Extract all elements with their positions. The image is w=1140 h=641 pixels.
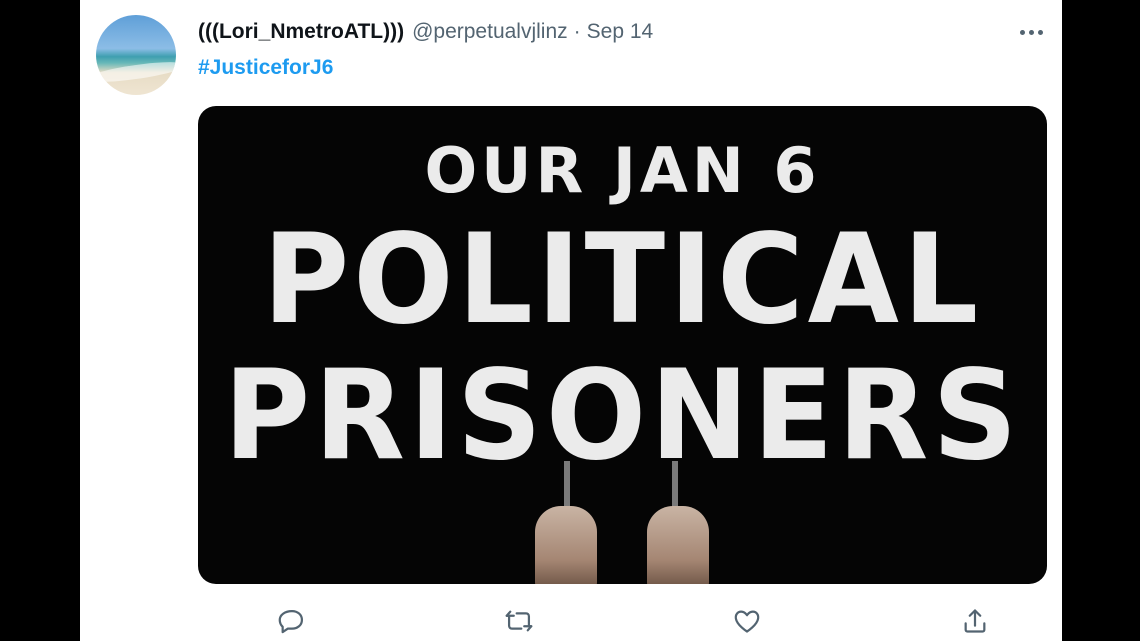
tweet-card[interactable]: (((Lori_NmetroATL))) @perpetualvjlinz · …: [80, 0, 1062, 641]
image-text-line-1: OUR JAN 6: [424, 134, 821, 207]
separator-dot: ·: [573, 20, 581, 43]
hashtag-link[interactable]: #JusticeforJ6: [198, 56, 333, 80]
tweet-actions: [198, 604, 1047, 638]
user-handle[interactable]: @perpetualvjlinz: [412, 20, 568, 44]
more-icon[interactable]: [1016, 20, 1046, 44]
avatar[interactable]: [96, 15, 176, 95]
image-text-line-3: PRISONERS: [223, 342, 1022, 488]
tweet-date[interactable]: Sep 14: [587, 20, 654, 44]
display-name[interactable]: (((Lori_NmetroATL))): [198, 20, 404, 44]
reply-icon[interactable]: [275, 604, 309, 638]
heart-icon[interactable]: [730, 604, 764, 638]
share-icon[interactable]: [958, 604, 992, 638]
hand-left: [535, 506, 597, 584]
tweet-image[interactable]: OUR JAN 6 POLITICAL PRISONERS: [198, 106, 1047, 584]
image-text-line-2: POLITICAL: [262, 206, 983, 352]
tweet-header: (((Lori_NmetroATL))) @perpetualvjlinz · …: [198, 18, 653, 46]
retweet-icon[interactable]: [502, 604, 536, 638]
hand-right: [647, 506, 709, 584]
